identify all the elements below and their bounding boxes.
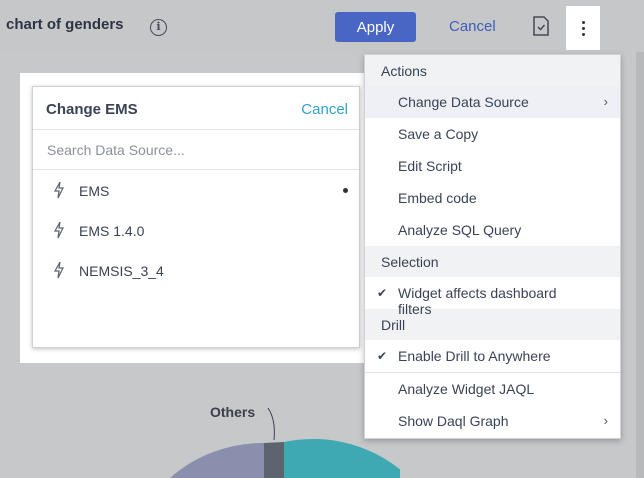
cancel-button[interactable]: Cancel [449, 18, 496, 35]
menu-item-enable-drill[interactable]: ✔ Enable Drill to Anywhere [365, 340, 620, 372]
menu-item-analyze-jaql[interactable]: Analyze Widget JAQL [365, 373, 620, 405]
checkmark-icon: ✔ [377, 286, 388, 300]
menu-item-analyze-sql[interactable]: Analyze SQL Query [365, 214, 620, 246]
menu-item-label: Enable Drill to Anywhere [398, 348, 551, 364]
apply-button[interactable]: Apply [335, 12, 416, 42]
lightning-icon [53, 261, 64, 279]
menu-item-label: Show Daql Graph [398, 413, 509, 429]
widget-title[interactable]: chart of genders [6, 16, 124, 33]
pie-chart [170, 407, 400, 478]
panel-title: Change EMS [46, 101, 138, 118]
chevron-right-icon: › [603, 413, 608, 428]
others-leader-line [267, 407, 275, 441]
widget-header: chart of genders i Apply Cancel [0, 0, 644, 52]
data-source-label: EMS [79, 183, 110, 199]
chevron-right-icon: › [603, 94, 608, 109]
menu-item-widget-affects-filters[interactable]: ✔ Widget affects dashboard filters [365, 277, 620, 317]
menu-item-label: Change Data Source [398, 94, 529, 110]
menu-item-edit-script[interactable]: Edit Script [365, 150, 620, 182]
data-source-item[interactable]: NEMSIS_3_4 [33, 250, 359, 290]
checkmark-icon: ✔ [377, 349, 388, 363]
data-source-item[interactable]: EMS [33, 170, 359, 210]
menu-section-selection: Selection [365, 246, 620, 277]
menu-item-save-copy[interactable]: Save a Copy [365, 118, 620, 150]
side-toolbar-edge [636, 52, 644, 478]
menu-item-embed-code[interactable]: Embed code [365, 182, 620, 214]
pie-slice-gray [264, 442, 284, 478]
document-check-icon[interactable] [532, 16, 550, 37]
change-data-source-panel: Change EMS Cancel Search Data Source... … [32, 86, 360, 348]
data-source-label: NEMSIS_3_4 [79, 263, 164, 279]
pie-slice-teal [284, 438, 400, 478]
pie-slice-purple [170, 442, 264, 478]
menu-item-show-daql-graph[interactable]: Show Daql Graph › [365, 405, 620, 437]
panel-header: Change EMS Cancel [33, 87, 359, 130]
lightning-icon [53, 221, 64, 239]
menu-section-actions: Actions [365, 55, 620, 86]
search-data-source-input[interactable]: Search Data Source... [33, 130, 359, 170]
more-options-button[interactable] [566, 6, 600, 50]
widget-options-menu: Actions Change Data Source › Save a Copy… [364, 54, 621, 439]
menu-item-change-data-source[interactable]: Change Data Source › [365, 86, 620, 118]
selected-indicator [343, 188, 348, 193]
panel-cancel-link[interactable]: Cancel [301, 101, 348, 118]
info-icon[interactable]: i [150, 19, 167, 36]
lightning-icon [53, 181, 64, 199]
data-source-item[interactable]: EMS 1.4.0 [33, 210, 359, 250]
data-source-label: EMS 1.4.0 [79, 223, 145, 239]
